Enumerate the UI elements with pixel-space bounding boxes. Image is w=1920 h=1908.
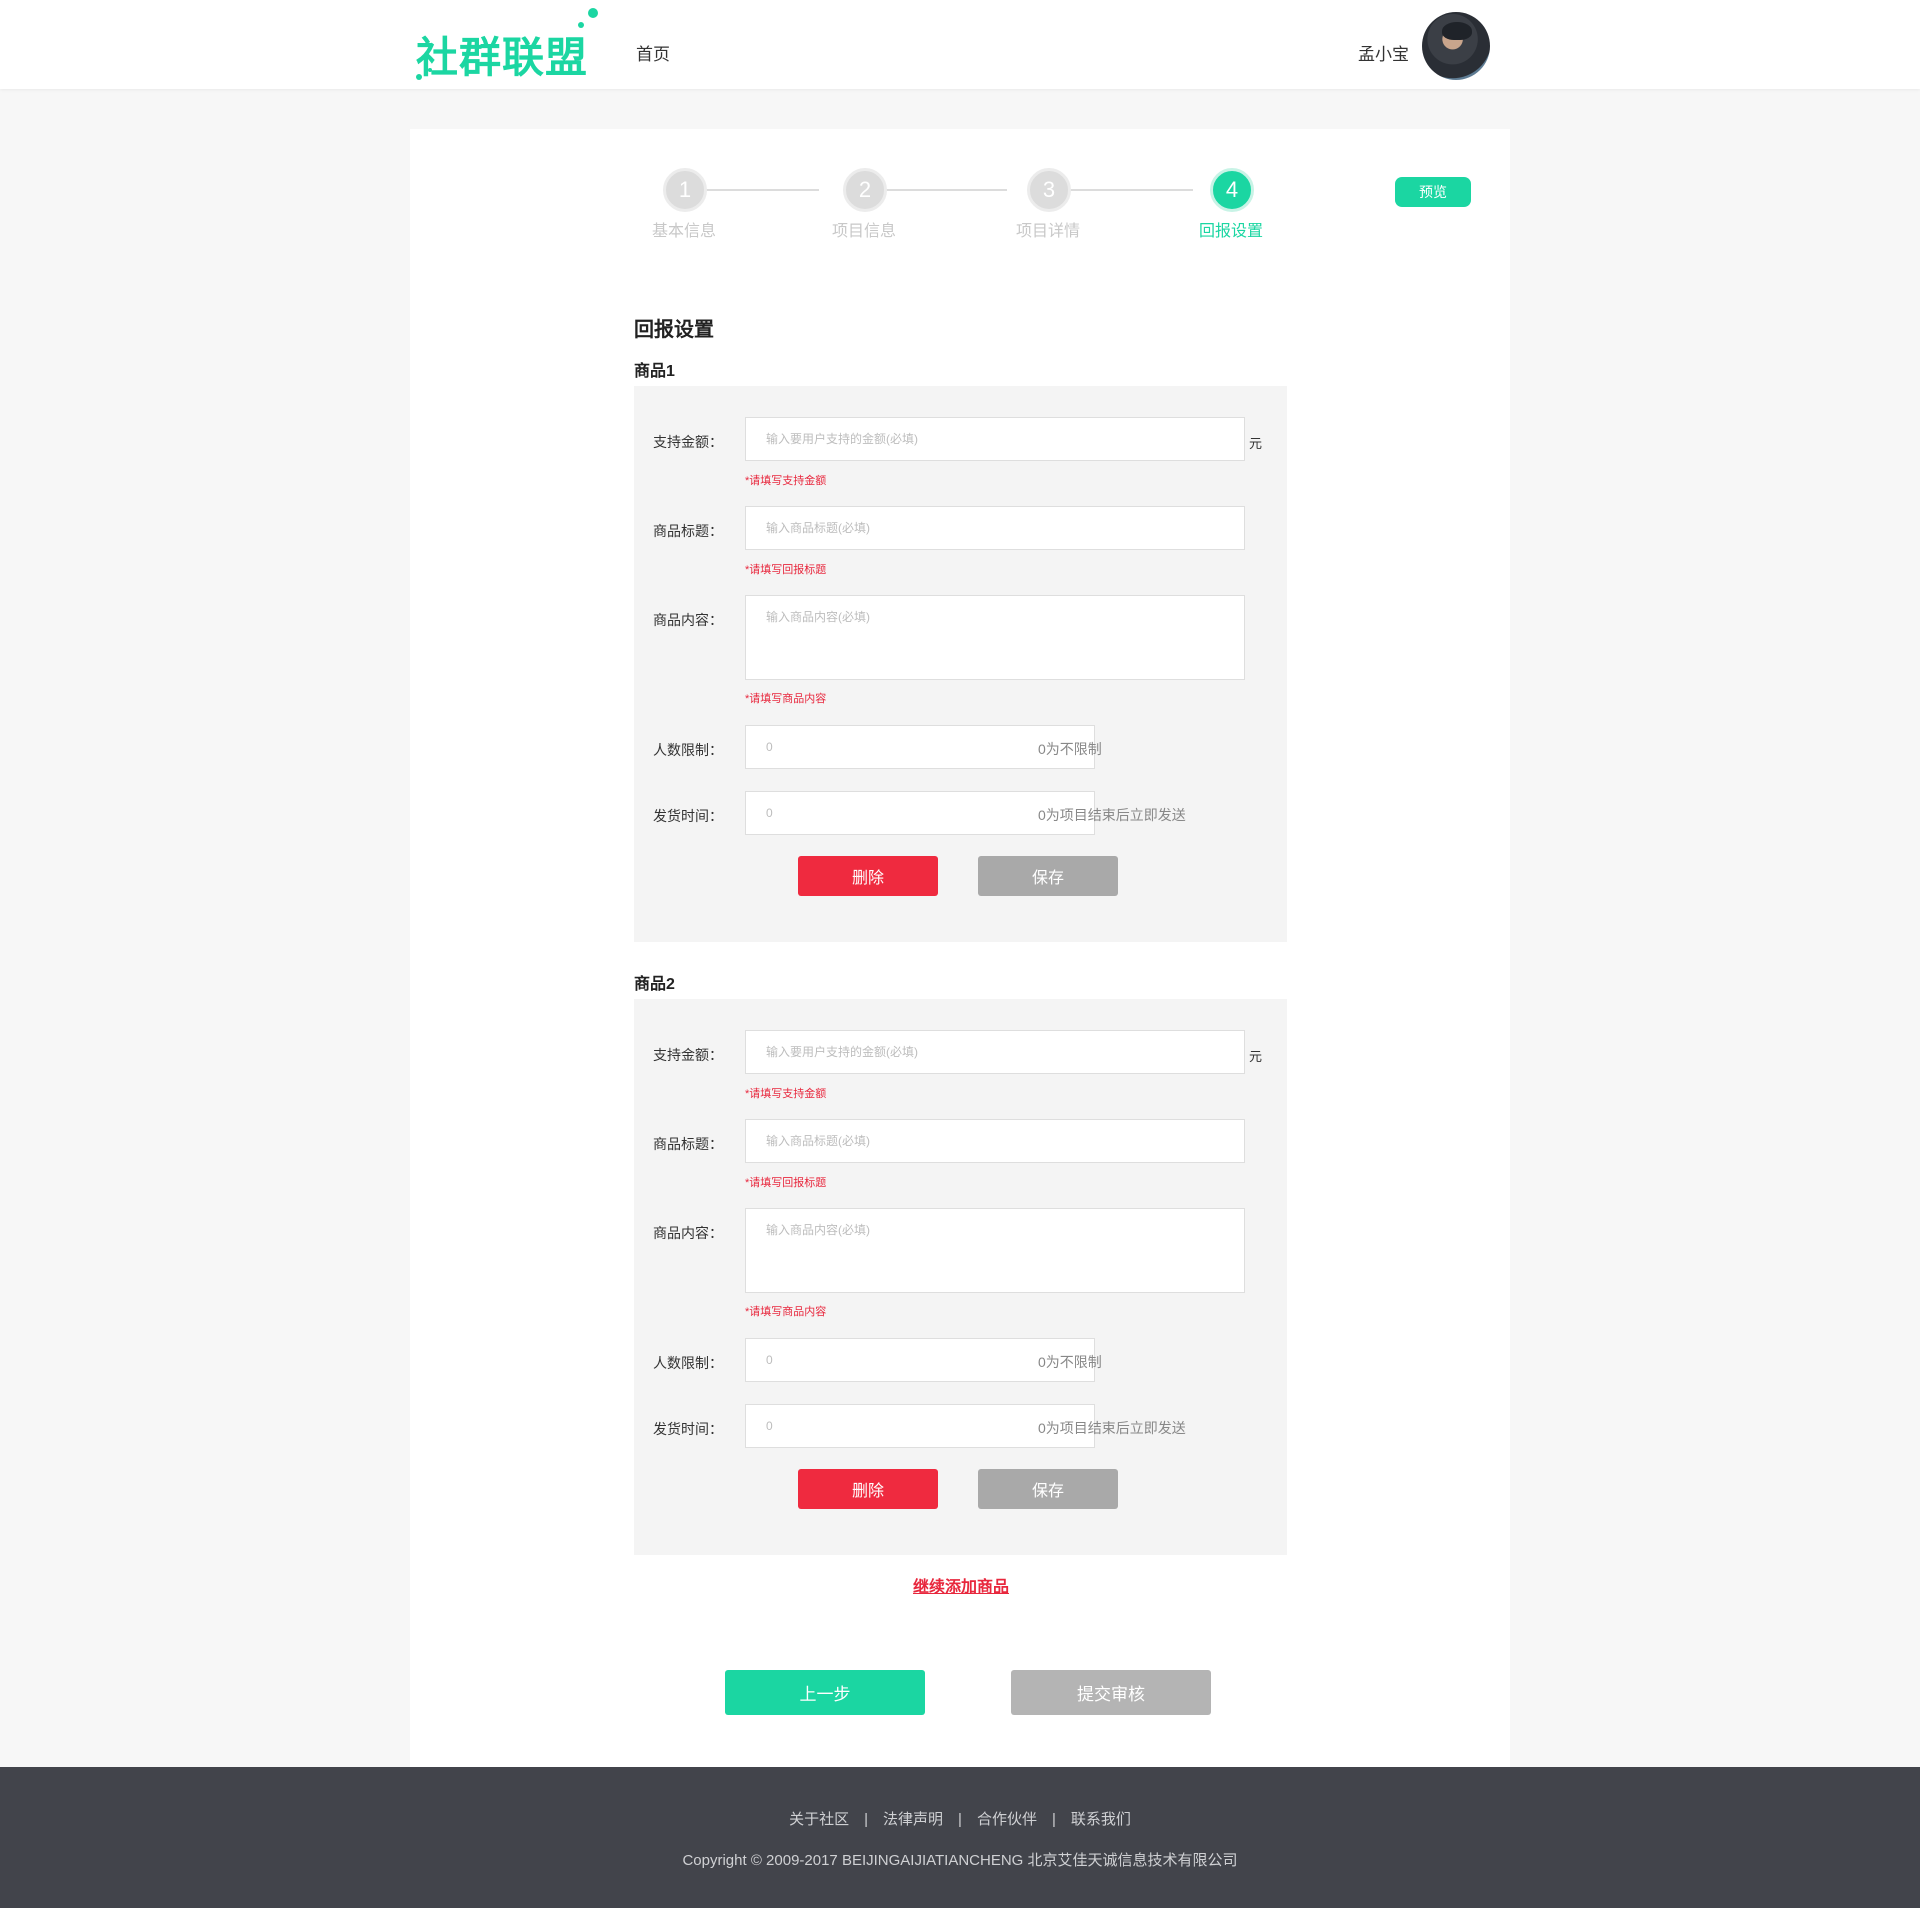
content-error: *请填写商品内容 [745,1306,827,1318]
step-2-number: 2 [858,177,872,202]
section-title: 回报设置 [634,319,714,341]
step-3-number: 3 [1042,177,1056,202]
footer-separator: | [958,1811,962,1828]
title-label: 商品标题： [653,523,723,539]
limit-label: 人数限制： [653,742,723,758]
step-1-circle: 1 [663,168,707,212]
footer: 关于社区 | 法律声明 | 合作伙伴 | 联系我们 Copyright © 2009-201… [0,1767,1920,1908]
amount-label: 支持金额： [653,434,723,450]
limit-label: 人数限制： [653,1355,723,1371]
username[interactable]: 孟小宝 [1358,40,1409,65]
limit-hint: 0为不限制 [1038,741,1102,757]
copyright: Copyright © 2009-2017 BEIJINGAIJIATIANCH… [682,1852,1238,1869]
footer-separator: | [864,1811,869,1828]
title-error: *请填写回报标题 [745,564,827,576]
amount-label: 支持金额： [653,1047,723,1063]
nav-home-link[interactable]: 首页 [636,40,670,65]
ship-hint: 0为项目结束后立即发送 [1038,807,1186,823]
save-button[interactable]: 保存 [978,1469,1118,1509]
step-2-circle: 2 [843,168,887,212]
product-title-input[interactable] [745,1119,1245,1163]
delete-button[interactable]: 删除 [798,1469,938,1509]
title-label: 商品标题： [653,1136,723,1152]
logo-dot [578,22,584,28]
step-3-label: 项目详情 [1015,223,1080,240]
save-button[interactable]: 保存 [978,856,1118,896]
footer-links: 关于社区 | 法律声明 | 合作伙伴 | 联系我们 [0,1808,1920,1829]
avatar[interactable] [1422,12,1490,80]
step-3-circle: 3 [1027,168,1071,212]
step-1-number: 1 [678,177,692,202]
main-card: 1 基本信息 2 项目信息 3 项目详情 4 回报设置 预览 回报设置 商品1 … [410,129,1510,1767]
step-4-label: 回报设置 [1198,223,1263,240]
ship-hint: 0为项目结束后立即发送 [1038,1420,1186,1436]
amount-error: *请填写支持金额 [745,475,827,487]
delete-button[interactable]: 删除 [798,856,938,896]
limit-hint: 0为不限制 [1038,1354,1102,1370]
product-2-panel: 支持金额： 元 *请填写支持金额 商品标题： *请填写回报标题 商品内容： *请… [634,999,1287,1555]
step-2-label: 项目信息 [831,223,896,240]
add-more-product-link[interactable]: 继续添加商品 [913,1573,1009,1597]
amount-unit: 元 [1249,1049,1263,1064]
content-textarea[interactable] [745,1208,1245,1293]
step-connector [1052,189,1193,191]
previous-step-button[interactable]: 上一步 [725,1670,925,1715]
footer-link-about[interactable]: 关于社区 [789,1811,849,1828]
product-title-input[interactable] [745,506,1245,550]
step-4-number: 4 [1225,177,1239,202]
product-1-title: 商品1 [634,363,675,380]
product-2-title: 商品2 [634,976,675,993]
product-1-panel: 支持金额： 元 *请填写支持金额 商品标题： *请填写回报标题 商品内容： *请… [634,386,1287,942]
logo-dot [588,8,598,18]
preview-button[interactable]: 预览 [1395,177,1471,207]
footer-link-contact[interactable]: 联系我们 [1071,1811,1131,1828]
step-1-label: 基本信息 [651,223,716,240]
content-textarea[interactable] [745,595,1245,680]
content-error: *请填写商品内容 [745,693,827,705]
logo-text: 社群联盟 [416,33,589,82]
amount-input[interactable] [745,417,1245,461]
logo-dot [416,74,422,80]
top-header: 社群联盟 首页 孟小宝 [0,0,1920,89]
amount-input[interactable] [745,1030,1245,1074]
footer-link-legal[interactable]: 法律声明 [883,1811,943,1828]
submit-review-button[interactable]: 提交审核 [1011,1670,1211,1715]
footer-separator: | [1051,1811,1056,1828]
ship-label: 发货时间： [653,1421,723,1437]
logo-dot [428,68,432,72]
footer-link-partners[interactable]: 合作伙伴 [977,1811,1037,1828]
amount-unit: 元 [1249,436,1263,451]
amount-error: *请填写支持金额 [745,1088,827,1100]
step-indicator: 1 基本信息 2 项目信息 3 项目详情 4 回报设置 预览 [410,129,1510,249]
content-label: 商品内容： [653,1225,723,1241]
ship-label: 发货时间： [653,808,723,824]
content-label: 商品内容： [653,612,723,628]
step-4-circle: 4 [1210,168,1254,212]
site-logo[interactable]: 社群联盟 [412,6,602,86]
title-error: *请填写回报标题 [745,1177,827,1189]
